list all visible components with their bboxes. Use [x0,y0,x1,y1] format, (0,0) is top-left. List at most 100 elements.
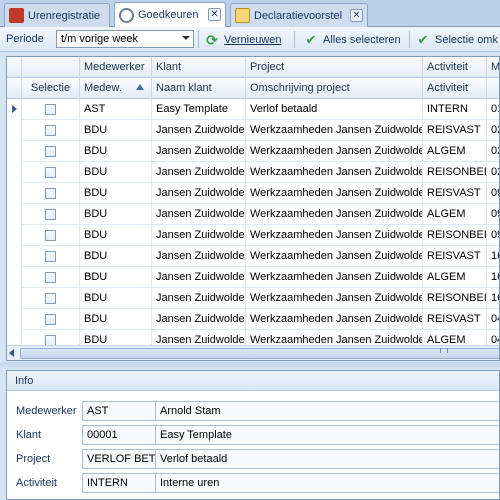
panel-splitter[interactable] [0,362,500,367]
scroll-left-icon[interactable] [9,349,14,357]
medewerker-cell[interactable]: BDU [80,309,152,330]
mu-cell[interactable]: 02 [487,120,499,141]
table-row[interactable]: ASTEasy TemplateVerlof betaaldINTERN01 [7,99,499,120]
klant-code-field[interactable]: 00001 [82,425,156,445]
table-row[interactable]: BDU Jansen Zuidwolde Werkzaamheden Jansen … [7,120,499,141]
table-row[interactable]: BDU Jansen Zuidwolde Werkzaamheden Jansen … [7,246,499,267]
project-cell[interactable]: Werkzaamheden Jansen Zuidwolde [246,225,423,246]
klant-cell[interactable]: Jansen Zuidwolde [152,141,246,162]
medewerker-cell[interactable]: BDU [80,120,152,141]
scrollbar-thumb[interactable] [20,348,499,359]
medewerker-cell[interactable]: BDU [80,162,152,183]
selectie-checkbox[interactable] [45,167,56,178]
activiteit-code-field[interactable]: INTERN [82,473,156,493]
project-code-field[interactable]: VERLOF BET [82,449,156,469]
activiteit-cell[interactable]: REISVAST [423,120,487,141]
mu-cell[interactable]: 02 [487,141,499,162]
klant-cell[interactable]: Jansen Zuidwolde [152,288,246,309]
column-header-activiteit[interactable]: Activiteit [423,78,487,99]
selectie-checkbox[interactable] [45,209,56,220]
mu-cell[interactable]: 09 [487,225,499,246]
activiteit-cell[interactable]: REISONBEL [423,288,487,309]
medewerker-cell[interactable]: BDU [80,267,152,288]
project-cell[interactable]: Werkzaamheden Jansen Zuidwolde [246,162,423,183]
mu-cell[interactable]: 02 [487,162,499,183]
medewerker-cell[interactable]: BDU [80,288,152,309]
table-row[interactable]: BDU Jansen Zuidwolde Werkzaamheden Jansen … [7,267,499,288]
activiteit-cell[interactable]: ALGEM [423,141,487,162]
column-header-medew[interactable]: Medew. [80,78,152,99]
mu-cell[interactable]: 09 [487,204,499,225]
medewerker-cell[interactable]: BDU [80,246,152,267]
horizontal-scrollbar[interactable] [7,345,499,360]
selectie-checkbox[interactable] [45,251,56,262]
klant-cell[interactable]: Jansen Zuidwolde [152,246,246,267]
table-row[interactable]: BDU Jansen Zuidwolde Werkzaamheden Jansen … [7,225,499,246]
project-cell[interactable]: Werkzaamheden Jansen Zuidwolde [246,309,423,330]
table-row[interactable]: BDU Jansen Zuidwolde Werkzaamheden Jansen … [7,183,499,204]
klant-cell[interactable]: Jansen Zuidwolde [152,225,246,246]
selectie-checkbox[interactable] [45,125,56,136]
klant-cell[interactable]: Jansen Zuidwolde [152,120,246,141]
tab-urenregistratie[interactable]: Urenregistratie [4,3,110,27]
klant-name-field[interactable]: Easy Template [155,425,499,445]
table-row[interactable]: BDU Jansen Zuidwolde Werkzaamheden Jansen … [7,309,499,330]
mu-cell[interactable]: 04 [487,309,499,330]
selectie-checkbox[interactable] [45,146,56,157]
klant-cell[interactable]: Jansen Zuidwolde [152,183,246,204]
project-cell[interactable]: Verlof betaald [246,99,423,120]
klant-cell[interactable]: Jansen Zuidwolde [152,267,246,288]
klant-cell[interactable]: Jansen Zuidwolde [152,204,246,225]
selectie-checkbox[interactable] [45,272,56,283]
activiteit-cell[interactable]: REISVAST [423,246,487,267]
table-row[interactable]: BDU Jansen Zuidwolde Werkzaamheden Jansen … [7,141,499,162]
project-cell[interactable]: Werkzaamheden Jansen Zuidwolde [246,267,423,288]
medewerker-name-field[interactable]: Arnold Stam [155,401,499,421]
medewerker-cell[interactable]: BDU [80,204,152,225]
close-icon[interactable]: ✕ [208,8,221,21]
mu-cell[interactable]: 16 [487,267,499,288]
activiteit-cell[interactable]: ALGEM [423,267,487,288]
tab-goedkeuren[interactable]: Goedkeuren ✕ [114,2,226,27]
table-row[interactable]: BDU Jansen Zuidwolde Werkzaamheden Jansen … [7,288,499,309]
selectie-checkbox[interactable] [45,230,56,241]
selectie-checkbox[interactable] [45,188,56,199]
close-icon[interactable]: ✕ [350,9,363,22]
klant-cell[interactable]: Jansen Zuidwolde [152,309,246,330]
project-name-field[interactable]: Verlof betaald [155,449,499,469]
table-row[interactable]: BDU Jansen Zuidwolde Werkzaamheden Jansen … [7,162,499,183]
mu-cell[interactable]: 09 [487,183,499,204]
klant-cell[interactable]: Easy Template [152,99,246,120]
project-cell[interactable]: Werkzaamheden Jansen Zuidwolde [246,288,423,309]
select-all-button[interactable]: ✔ Alles selecteren [303,31,401,49]
refresh-button[interactable]: ⟳ Vernieuwen [204,31,281,49]
periode-dropdown[interactable]: t/m vorige week [56,30,194,48]
project-cell[interactable]: Werkzaamheden Jansen Zuidwolde [246,204,423,225]
medewerker-cell[interactable]: BDU [80,141,152,162]
mu-cell[interactable]: 01 [487,99,499,120]
project-cell[interactable]: Werkzaamheden Jansen Zuidwolde [246,183,423,204]
table-row[interactable]: BDU Jansen Zuidwolde Werkzaamheden Jansen … [7,204,499,225]
project-cell[interactable]: Werkzaamheden Jansen Zuidwolde [246,141,423,162]
activiteit-cell[interactable]: REISONBEL [423,225,487,246]
activiteit-cell[interactable]: REISVAST [423,183,487,204]
tab-declaratievoorstel[interactable]: Declaratievoorstel ✕ [230,3,368,27]
medewerker-cell[interactable]: BDU [80,183,152,204]
klant-cell[interactable]: Jansen Zuidwolde [152,162,246,183]
medewerker-code-field[interactable]: AST [82,401,156,421]
medewerker-cell[interactable]: BDU [80,225,152,246]
selectie-checkbox[interactable] [45,314,56,325]
medewerker-cell[interactable]: AST [80,99,152,120]
activiteit-cell[interactable]: REISONBEL [423,162,487,183]
project-cell[interactable]: Werkzaamheden Jansen Zuidwolde [246,246,423,267]
activiteit-cell[interactable]: REISVAST [423,309,487,330]
activiteit-cell[interactable]: INTERN [423,99,487,120]
column-header-mu[interactable] [487,78,499,99]
mu-cell[interactable]: 16 [487,288,499,309]
selectie-checkbox[interactable] [45,293,56,304]
activiteit-cell[interactable]: ALGEM [423,204,487,225]
column-header-naam-klant[interactable]: Naam klant [152,78,246,99]
selectie-checkbox[interactable] [45,104,56,115]
project-cell[interactable]: Werkzaamheden Jansen Zuidwolde [246,120,423,141]
activiteit-name-field[interactable]: Interne uren [155,473,499,493]
